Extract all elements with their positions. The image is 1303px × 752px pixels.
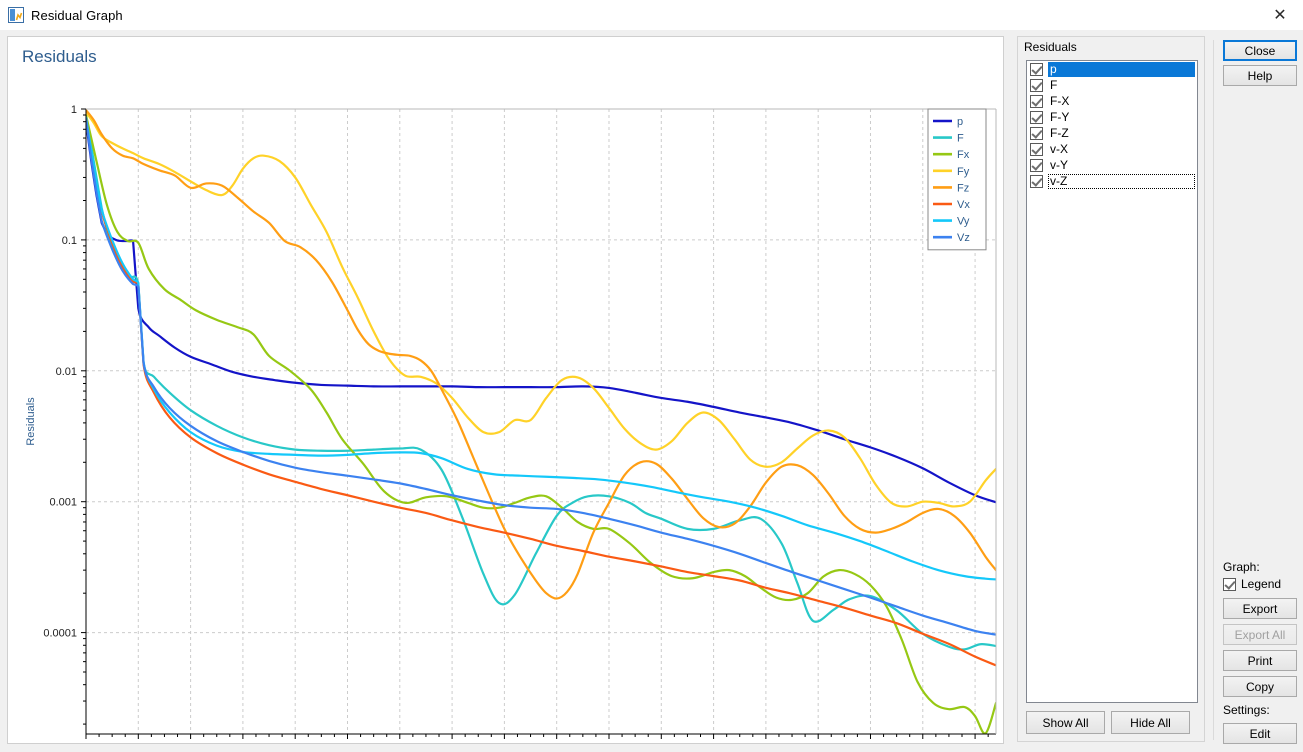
svg-text:280: 280: [809, 742, 827, 743]
hide-all-label: Hide All: [1130, 715, 1171, 730]
window-body: Residuals 0 20 40 60 80 100 120 140 160 180 200 220…: [0, 30, 1303, 752]
svg-text:320: 320: [914, 742, 932, 743]
residual-checkbox[interactable]: [1030, 78, 1043, 92]
legend-label-vz: Vz: [957, 232, 970, 244]
residual-list-item-f[interactable]: F: [1027, 77, 1197, 93]
settings-section-label: Settings:: [1223, 703, 1270, 717]
vertical-divider: [1213, 40, 1214, 740]
legend-checkbox-label: Legend: [1241, 577, 1282, 591]
export-all-button-label: Export All: [1234, 627, 1286, 642]
residual-list-item-p[interactable]: p: [1027, 61, 1197, 77]
residuals-group-box: Residuals p F F-X F-Y F-Z v-X v-Y v-Z Show All …: [1017, 36, 1205, 742]
close-icon: ✕: [1273, 7, 1287, 24]
svg-text:140: 140: [443, 742, 461, 743]
svg-text:0.001: 0.001: [49, 497, 77, 509]
svg-text:0.0001: 0.0001: [43, 628, 77, 640]
residual-plot[interactable]: 0 20 40 60 80 100 120 140 160 180 200 220 240 260 280 3…: [8, 37, 1003, 743]
graph-panel: Residuals 0 20 40 60 80 100 120 140 160 180 200 220…: [7, 36, 1004, 744]
print-button-label: Print: [1247, 653, 1273, 668]
edit-button[interactable]: Edit: [1223, 723, 1297, 744]
residual-item-label: F-X: [1050, 93, 1070, 108]
window-titlebar: Residual Graph ✕: [0, 0, 1303, 30]
svg-text:340: 340: [966, 742, 984, 743]
svg-text:160: 160: [495, 742, 513, 743]
svg-text:20: 20: [132, 742, 144, 743]
close-button-label: Close: [1244, 43, 1276, 58]
plot-gridlines: [86, 109, 996, 734]
svg-text:200: 200: [600, 742, 618, 743]
graph-section-label: Graph:: [1223, 560, 1260, 574]
svg-text:40: 40: [184, 742, 196, 743]
window-title: Residual Graph: [31, 7, 123, 23]
show-all-button[interactable]: Show All: [1026, 711, 1105, 734]
legend-label-vy: Vy: [957, 216, 970, 228]
legend-checkbox[interactable]: [1223, 577, 1236, 591]
residual-checkbox[interactable]: [1030, 126, 1043, 140]
residual-list-item-v-y[interactable]: v-Y: [1027, 157, 1197, 173]
residual-list-item-f-y[interactable]: F-Y: [1027, 109, 1197, 125]
svg-text:240: 240: [704, 742, 722, 743]
svg-text:Residuals: Residuals: [25, 397, 37, 446]
svg-text:260: 260: [757, 742, 775, 743]
residual-item-label: F-Y: [1050, 109, 1070, 124]
close-button[interactable]: Close: [1223, 40, 1297, 61]
svg-text:0.01: 0.01: [56, 366, 77, 378]
copy-button-label: Copy: [1245, 679, 1274, 694]
residual-checkbox[interactable]: [1030, 158, 1043, 172]
help-button[interactable]: Help: [1223, 65, 1297, 86]
residual-checkbox[interactable]: [1030, 110, 1043, 124]
residual-list-item-v-x[interactable]: v-X: [1027, 141, 1197, 157]
hide-all-button[interactable]: Hide All: [1111, 711, 1190, 734]
residual-item-label: F: [1050, 77, 1058, 92]
svg-text:180: 180: [548, 742, 566, 743]
export-all-button: Export All: [1223, 624, 1297, 645]
chart-icon: [8, 7, 24, 23]
residual-checkbox[interactable]: [1030, 94, 1043, 108]
export-button[interactable]: Export: [1223, 598, 1297, 619]
svg-text:0.1: 0.1: [62, 235, 77, 247]
edit-button-label: Edit: [1249, 726, 1271, 741]
residual-graph-window: Residual Graph ✕ Residuals 0 20 40 60 80 100 1…: [0, 0, 1303, 752]
svg-text:300: 300: [861, 742, 879, 743]
residual-list-item-f-z[interactable]: F-Z: [1027, 125, 1197, 141]
copy-button[interactable]: Copy: [1223, 676, 1297, 697]
residual-list-item-v-z[interactable]: v-Z: [1027, 173, 1197, 189]
legend-label-fx: Fx: [957, 149, 970, 161]
legend-label-fy: Fy: [957, 166, 970, 178]
window-close-button[interactable]: ✕: [1257, 0, 1303, 30]
residual-item-label: v-X: [1050, 141, 1068, 156]
residuals-group-label: Residuals: [1024, 40, 1077, 54]
residual-list-item-f-x[interactable]: F-X: [1027, 93, 1197, 109]
legend-label-f: F: [957, 133, 964, 145]
svg-text:0: 0: [83, 742, 89, 743]
legend-label-fz: Fz: [957, 182, 969, 194]
svg-text:80: 80: [289, 742, 301, 743]
residual-item-label: v-Y: [1050, 157, 1068, 172]
legend-label-p: p: [957, 116, 963, 128]
plot-legend: pF Fx Fy Fz Vx Vy Vz: [927, 108, 987, 251]
export-button-label: Export: [1242, 601, 1278, 616]
residual-list[interactable]: p F F-X F-Y F-Z v-X v-Y v-Z: [1026, 60, 1198, 703]
help-button-label: Help: [1247, 68, 1273, 83]
residual-item-label: F-Z: [1050, 125, 1069, 140]
svg-text:220: 220: [652, 742, 670, 743]
residual-checkbox[interactable]: [1030, 142, 1043, 156]
svg-text:1: 1: [71, 104, 77, 116]
residual-item-label: p: [1048, 61, 1195, 77]
svg-text:120: 120: [391, 742, 409, 743]
residual-checkbox[interactable]: [1030, 62, 1043, 76]
residual-item-label: v-Z: [1048, 173, 1195, 189]
legend-checkbox-row[interactable]: Legend: [1223, 577, 1281, 591]
show-all-label: Show All: [1042, 715, 1089, 730]
right-control-column: Residuals p F F-X F-Y F-Z v-X v-Y v-Z Show All …: [1010, 30, 1303, 752]
print-button[interactable]: Print: [1223, 650, 1297, 671]
legend-label-vx: Vx: [957, 199, 970, 211]
svg-text:100: 100: [338, 742, 356, 743]
residual-checkbox[interactable]: [1030, 174, 1043, 188]
svg-text:60: 60: [237, 742, 249, 743]
